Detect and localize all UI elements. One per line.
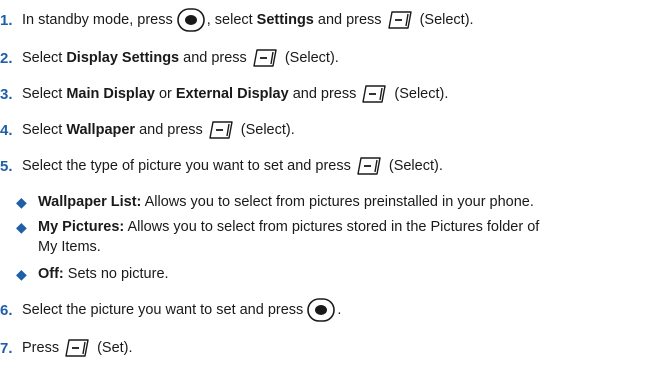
option-description: Sets no picture. xyxy=(67,266,169,282)
menu-main-display: Main Display xyxy=(66,86,155,102)
diamond-bullet-icon: ◆ xyxy=(16,219,27,235)
left-soft-key-icon xyxy=(357,157,381,175)
step-number: 6. xyxy=(0,301,13,319)
option-my-pictures: ◆ My Pictures: Allows you to select from… xyxy=(16,217,539,257)
option-off: ◆ Off: Sets no picture. xyxy=(16,264,169,284)
step-text: Select xyxy=(22,122,63,138)
step-7: 7. Press (Set). xyxy=(0,336,133,360)
left-soft-key-icon xyxy=(362,85,387,103)
ok-key-icon xyxy=(176,8,205,32)
menu-display-settings: Display Settings xyxy=(66,50,180,66)
option-wallpaper-list: ◆ Wallpaper List: Allows you to select f… xyxy=(16,192,534,212)
option-title: My Pictures: xyxy=(38,219,125,235)
step-text: (Select). xyxy=(394,86,449,102)
step-text: Select the type of picture you want to s… xyxy=(22,158,351,174)
step-2: 2. Select Display Settings and press (Se… xyxy=(0,46,339,70)
menu-settings: Settings xyxy=(256,12,314,28)
step-number: 4. xyxy=(0,121,13,139)
step-3: 3. Select Main Display or External Displ… xyxy=(0,82,448,106)
diamond-bullet-icon: ◆ xyxy=(16,194,27,210)
option-description-continued: My Items. xyxy=(38,239,101,255)
step-text: and press xyxy=(139,122,203,138)
step-text: or xyxy=(158,86,172,102)
step-text: and press xyxy=(183,50,247,66)
step-number: 3. xyxy=(0,85,13,103)
step-text: Select xyxy=(22,86,63,102)
step-text: (Select). xyxy=(240,122,295,138)
step-text: (Select). xyxy=(284,50,339,66)
left-soft-key-icon xyxy=(387,11,412,29)
step-number: 1. xyxy=(0,11,13,29)
instruction-document: 1. In standby mode, press , select Setti… xyxy=(0,0,651,378)
step-number: 5. xyxy=(0,157,13,175)
step-text: (Select). xyxy=(388,158,443,174)
left-soft-key-icon xyxy=(253,49,277,67)
step-text: Press xyxy=(22,340,60,356)
step-text: Select the picture you want to set and p… xyxy=(22,302,304,318)
left-soft-key-icon xyxy=(209,121,233,139)
menu-wallpaper: Wallpaper xyxy=(66,122,136,138)
step-text: , select xyxy=(206,12,253,28)
step-text: and press xyxy=(317,12,382,28)
option-title: Off: xyxy=(38,266,64,282)
ok-key-icon xyxy=(307,298,336,322)
step-text: and press xyxy=(292,86,357,102)
step-text: (Set). xyxy=(97,340,133,356)
step-number: 7. xyxy=(0,339,13,357)
option-title: Wallpaper List: xyxy=(38,194,142,210)
step-1: 1. In standby mode, press , select Setti… xyxy=(0,8,474,32)
step-text: In standby mode, press xyxy=(22,12,173,28)
step-number: 2. xyxy=(0,49,13,67)
step-5: 5. Select the type of picture you want t… xyxy=(0,154,443,178)
step-text: . xyxy=(337,302,342,318)
step-text: Select xyxy=(22,50,63,66)
step-6: 6. Select the picture you want to set an… xyxy=(0,298,341,322)
step-4: 4. Select Wallpaper and press (Select). xyxy=(0,118,295,142)
diamond-bullet-icon: ◆ xyxy=(16,266,27,282)
option-description: Allows you to select from pictures store… xyxy=(127,219,540,235)
menu-external-display: External Display xyxy=(175,86,289,102)
option-description: Allows you to select from pictures prein… xyxy=(144,194,534,210)
step-text: (Select). xyxy=(419,12,474,28)
left-soft-key-icon xyxy=(65,339,89,357)
